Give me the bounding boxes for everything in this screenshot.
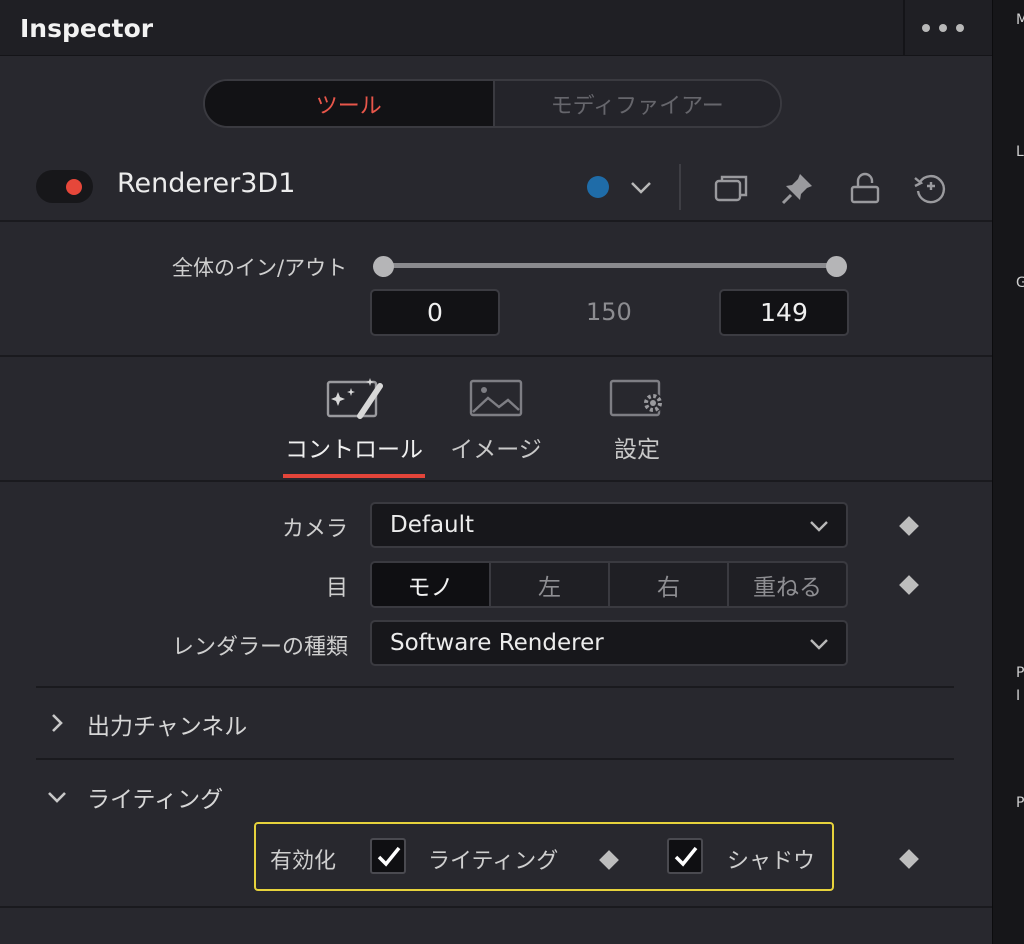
section-output-channels[interactable]: 出力チャンネル (87, 707, 247, 741)
divider (36, 686, 954, 688)
checkmark-icon (377, 846, 401, 867)
adjacent-panel-text: P (1016, 665, 1024, 681)
keyframe-diamond-icon[interactable] (899, 516, 919, 536)
divider (0, 480, 992, 482)
pin-icon[interactable] (780, 170, 816, 206)
keyframe-diamond-icon[interactable] (899, 575, 919, 595)
header-divider (903, 0, 905, 56)
node-name: Renderer3D1 (117, 168, 296, 199)
lock-icon[interactable] (847, 170, 883, 206)
tab-controls-label: コントロール (285, 437, 423, 463)
eye-option-right[interactable]: 右 (608, 563, 727, 606)
node-enable-toggle[interactable] (36, 170, 93, 203)
camera-label: カメラ (281, 517, 348, 542)
adjacent-panel-text: M (1016, 12, 1024, 28)
camera-dropdown[interactable]: Default (370, 502, 848, 548)
section-lighting[interactable]: ライティング (87, 780, 223, 814)
tab-image-label: イメージ (450, 437, 542, 463)
tool-modifier-switch: ツール モディファイアー (203, 79, 782, 128)
out-value-field[interactable]: 149 (719, 289, 849, 336)
renderer-type-value: Software Renderer (390, 630, 604, 656)
settings-gear-icon (609, 379, 663, 417)
image-icon (469, 379, 523, 417)
tab-settings[interactable]: 設定 (567, 376, 707, 464)
node-color-swatch[interactable] (587, 176, 609, 198)
divider (0, 906, 992, 908)
chevron-down-icon[interactable] (46, 786, 68, 808)
eye-selector: モノ 左 右 重ねる (370, 561, 848, 608)
adjacent-panel-text: I (1016, 688, 1021, 704)
tab-modifiers[interactable]: モディファイアー (492, 81, 780, 126)
lighting-checkbox-label: ライティング (428, 849, 559, 874)
range-in-handle[interactable] (373, 256, 394, 277)
divider (0, 355, 992, 357)
adjacent-panel-text: La (1016, 144, 1024, 160)
shadow-checkbox-label: シャドウ (727, 849, 816, 874)
eye-option-left[interactable]: 左 (489, 563, 608, 606)
tab-settings-label: 設定 (614, 437, 660, 463)
tab-controls[interactable]: コントロール (284, 376, 424, 464)
lighting-checkbox[interactable] (370, 838, 406, 874)
adjacent-panel-text: Go (1016, 275, 1024, 291)
range-out-handle[interactable] (826, 256, 847, 277)
renderer-type-label: レンダラーの種類 (171, 635, 348, 660)
in-value-field[interactable]: 0 (370, 289, 500, 336)
shadow-checkbox[interactable] (667, 838, 703, 874)
chevron-down-icon[interactable] (628, 174, 654, 200)
enable-label: 有効化 (270, 849, 337, 874)
adjacent-panel-text: P (1016, 795, 1024, 811)
toolbar-divider (679, 164, 681, 210)
reset-icon[interactable] (912, 170, 948, 206)
range-slider-track[interactable] (385, 263, 837, 268)
eye-option-mono[interactable]: モノ (372, 563, 489, 606)
chevron-down-icon (810, 521, 828, 532)
checkmark-icon (674, 846, 698, 867)
tab-tools[interactable]: ツール (205, 81, 493, 126)
versions-icon[interactable] (713, 170, 749, 206)
active-tab-indicator (283, 474, 425, 478)
eye-option-stacked[interactable]: 重ねる (727, 563, 846, 606)
duration-value: 150 (586, 298, 632, 326)
more-options-icon[interactable] (922, 24, 972, 36)
chevron-right-icon[interactable] (46, 712, 68, 734)
tab-image[interactable]: イメージ (426, 376, 566, 464)
eye-label: 目 (325, 576, 348, 601)
inspector-header: Inspector (0, 0, 992, 56)
controls-wand-icon (326, 378, 383, 419)
toggle-indicator (66, 179, 82, 195)
renderer-type-dropdown[interactable]: Software Renderer (370, 620, 848, 666)
global-in-out-label: 全体のイン/アウト (172, 256, 348, 280)
keyframe-diamond-icon[interactable] (899, 849, 919, 869)
inspector-title: Inspector (20, 14, 154, 43)
camera-value: Default (390, 512, 475, 538)
divider (0, 220, 992, 222)
inspector-panel: Inspector ツール モディファイアー Renderer3D1 全体のイン… (0, 0, 992, 944)
divider (36, 758, 954, 760)
chevron-down-icon (810, 639, 828, 650)
